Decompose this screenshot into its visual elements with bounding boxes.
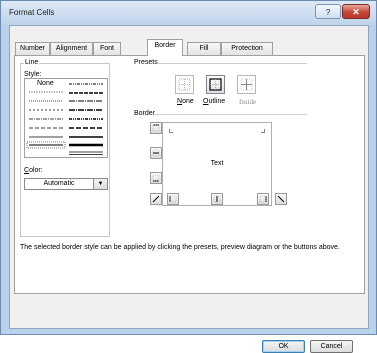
help-icon: ?: [325, 8, 331, 17]
border-diagonal-up-icon: [152, 195, 160, 203]
border-top-button[interactable]: [150, 122, 162, 134]
color-label-rest: olor:: [29, 167, 43, 174]
presets-divider: [157, 63, 307, 64]
border-top-icon: [152, 124, 160, 132]
preset-none-button[interactable]: [175, 75, 194, 94]
preset-none-label-rest: one: [182, 98, 194, 105]
line-heading: Line: [24, 59, 40, 66]
border-description: The selected border style can be applied…: [20, 244, 340, 251]
border-right-icon: [259, 195, 267, 203]
border-middle-horizontal-button[interactable]: [150, 147, 162, 159]
tab-font[interactable]: Font: [93, 42, 121, 55]
close-button[interactable]: ✕: [342, 4, 370, 19]
tab-label: Number: [20, 45, 45, 52]
border-divider: [155, 114, 307, 115]
border-diagonal-down-button[interactable]: [275, 193, 287, 205]
preset-outline-label: Outline: [203, 98, 226, 105]
border-bottom-button[interactable]: [150, 172, 162, 184]
line-style-list[interactable]: None: [24, 78, 108, 158]
border-middle-vertical-icon: [213, 195, 221, 203]
border-left-icon: [169, 195, 177, 203]
preview-text: Text: [210, 160, 224, 167]
preview-corner-top-right: [261, 129, 265, 133]
border-none-icon: [178, 78, 191, 91]
help-button[interactable]: ?: [315, 4, 341, 19]
presets-heading: Presets: [134, 59, 158, 66]
tab-fill[interactable]: Fill: [187, 42, 221, 55]
color-value: Automatic: [43, 180, 75, 187]
title-bar[interactable]: Format Cells ? ✕: [1, 1, 376, 25]
color-dropdown[interactable]: Automatic ▼: [24, 178, 108, 190]
tab-label: Border: [154, 42, 176, 49]
color-label: Color:: [24, 167, 43, 174]
border-heading: Border: [134, 110, 156, 117]
border-diagonal-up-button[interactable]: [150, 193, 162, 205]
border-left-button[interactable]: [167, 193, 179, 205]
dialog-client-area: Number Alignment Font Border Fill Protec…: [9, 25, 369, 353]
window-title: Format Cells: [9, 8, 55, 17]
tab-label: Alignment: [55, 45, 88, 52]
chevron-down-icon[interactable]: ▼: [93, 179, 107, 189]
format-cells-dialog: Format Cells ? ✕ Number Alignment Font B…: [0, 0, 377, 353]
border-outline-icon: [209, 78, 222, 91]
border-inside-icon: [240, 78, 253, 91]
cancel-button[interactable]: Cancel: [310, 340, 353, 353]
border-bottom-icon: [152, 174, 160, 182]
line-style-swatches[interactable]: [25, 79, 107, 157]
border-tab-panel: Line Style: None Color: Automatic ▼ Pres…: [14, 55, 365, 294]
preview-corner-top-left: [169, 129, 173, 133]
preset-inside-button[interactable]: [237, 75, 256, 94]
tab-number[interactable]: Number: [15, 42, 50, 55]
tab-label: Protection: [231, 45, 263, 52]
tab-protection[interactable]: Protection: [221, 42, 273, 55]
tab-label: Font: [99, 45, 114, 52]
style-label: Style:: [24, 71, 42, 78]
border-diagonal-down-icon: [277, 195, 285, 203]
preset-none-label: None: [177, 98, 194, 105]
preset-outline-button[interactable]: [206, 75, 225, 94]
border-right-button[interactable]: [257, 193, 269, 205]
tab-alignment[interactable]: Alignment: [50, 42, 93, 55]
close-icon: ✕: [352, 7, 360, 17]
tab-label: Fill: [199, 45, 209, 52]
line-style-none-label: None: [37, 80, 54, 87]
tab-border[interactable]: Border: [147, 39, 183, 56]
ok-button[interactable]: OK: [262, 340, 305, 353]
preset-inside-label: Inside: [239, 98, 257, 106]
border-middle-vertical-button[interactable]: [211, 193, 223, 205]
preset-outline-label-rest: utline: [208, 98, 226, 105]
border-middle-horizontal-icon: [152, 149, 160, 157]
